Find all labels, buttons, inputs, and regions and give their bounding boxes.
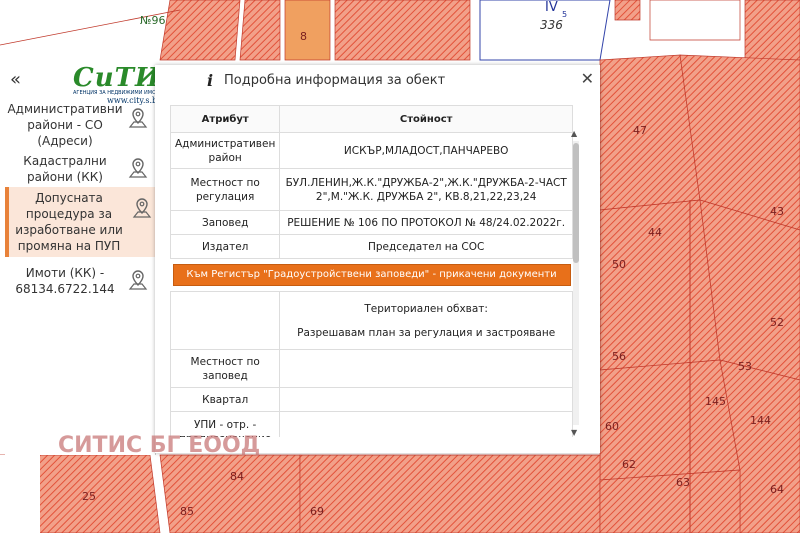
sidebar-item-label: Допусната процедура за изработване или п… [15, 191, 123, 253]
map-label-62: 62 [622, 458, 636, 471]
scroll-up-arrow-icon[interactable]: ▲ [571, 129, 577, 138]
map-label-56: 56 [612, 350, 626, 363]
table-scrollbar[interactable]: ▲ ▼ [571, 129, 581, 437]
map-label-43: 43 [770, 205, 784, 218]
map-label-60: 60 [605, 420, 619, 433]
value-cell: ИСКЪР,МЛАДОСТ,ПАНЧАРЕВО [279, 132, 573, 169]
sidebar-item-label: Имоти (КК) - 68134.6722.144 [15, 266, 115, 296]
register-documents-button[interactable]: Към Регистър "Градоустройствени заповеди… [172, 264, 571, 286]
map-pin-icon [128, 158, 148, 178]
attr-cell: Административен район [170, 132, 281, 169]
close-button[interactable]: ✕ [581, 69, 594, 88]
table-header-row: Атрибут Стойност [170, 105, 573, 133]
map-label-44: 44 [648, 226, 662, 239]
attr-cell [170, 291, 281, 350]
sidebar-item-label: Кадастрални райони (КК) [23, 154, 107, 184]
map-label-64: 64 [770, 483, 784, 496]
map-label-336: 336 [540, 18, 563, 32]
register-button-cell: Към Регистър "Градоустройствени заповеди… [171, 259, 573, 292]
value-cell: РЕШЕНИЕ № 106 ПО ПРОТОКОЛ № 48/24.02.202… [279, 210, 573, 235]
column-header-attribute: Атрибут [170, 105, 281, 133]
scope-text: Разрешавам план за регулация и застроява… [297, 326, 556, 339]
map-label-69: 69 [310, 505, 324, 518]
attr-cell: Издател [170, 234, 281, 259]
collapse-sidebar-button[interactable]: « [10, 69, 21, 90]
value-cell: Председател на СОС [279, 234, 573, 259]
attr-cell: Заповед [170, 210, 281, 235]
map-pin-icon [128, 108, 148, 128]
map-pin-icon [132, 198, 152, 218]
map-label-iv: IV [545, 0, 558, 15]
scope-cell: Териториален обхват: Разрешавам план за … [279, 291, 573, 350]
object-info-dialog: i Подробна информация за обект ✕ Атрибут… [155, 65, 600, 453]
value-cell [279, 387, 573, 412]
table-row: Към Регистър "Градоустройствени заповеди… [171, 259, 573, 292]
watermark: СИТИС БГ ЕООД [58, 433, 261, 458]
map-label-84: 84 [230, 470, 244, 483]
info-icon: i [207, 71, 214, 90]
scope-title: Териториален обхват: [364, 302, 488, 315]
value-cell [279, 411, 573, 437]
table-row: Административен район ИСКЪР,МЛАДОСТ,ПАНЧ… [170, 132, 573, 169]
map-label-8: 8 [300, 30, 307, 43]
table-row: Местност по заповед [170, 349, 573, 388]
sidebar-item-pup-procedure[interactable]: Допусната процедура за изработване или п… [5, 187, 159, 257]
sidebar-item-label: Административни райони - СО (Адреси) [7, 102, 123, 148]
map-label-25: 25 [82, 490, 96, 503]
map-label-52: 52 [770, 316, 784, 329]
map-label-85: 85 [180, 505, 194, 518]
table-row: Квартал [170, 387, 573, 412]
table-row: Издател Председател на СОС [170, 234, 573, 259]
map-label-53: 53 [738, 360, 752, 373]
map-label-50: 50 [612, 258, 626, 271]
column-header-value: Стойност [279, 105, 573, 133]
attributes-table-viewport[interactable]: Атрибут Стойност Административен район И… [170, 105, 586, 437]
map-label-47: 47 [633, 124, 647, 137]
sidebar-item-cadastral-regions[interactable]: Кадастрални райони (КК) [5, 151, 155, 187]
value-cell: БУЛ.ЛЕНИН,Ж.К."ДРУЖБА-2",Ж.К."ДРУЖБА-2-Ч… [279, 168, 573, 211]
map-label-96: №96 [140, 14, 166, 27]
table-row: Местност по регулация БУЛ.ЛЕНИН,Ж.К."ДРУ… [170, 168, 573, 211]
map-label-63: 63 [676, 476, 690, 489]
sidebar-item-properties[interactable]: Имоти (КК) - 68134.6722.144 [5, 263, 155, 299]
scroll-down-arrow-icon[interactable]: ▼ [571, 428, 577, 437]
value-cell [279, 349, 573, 388]
attributes-table: Атрибут Стойност Административен район И… [170, 105, 573, 437]
scrollbar-thumb[interactable] [573, 143, 579, 263]
attr-cell: Местност по заповед [170, 349, 281, 388]
map-pin-icon [128, 270, 148, 290]
layers-sidebar: « СиТИС АГЕНЦИЯ ЗА НЕДВИЖИМИ ИМОТИ www.c… [5, 63, 185, 455]
table-row: Териториален обхват: Разрешавам план за … [170, 291, 573, 350]
map-label-145: 145 [705, 395, 726, 408]
attr-cell: Местност по регулация [170, 168, 281, 211]
table-row: Заповед РЕШЕНИЕ № 106 ПО ПРОТОКОЛ № 48/2… [170, 210, 573, 235]
sidebar-item-admin-regions[interactable]: Административни райони - СО (Адреси) [5, 99, 155, 151]
dialog-header: i Подробна информация за обект ✕ [155, 65, 600, 95]
attr-cell: Квартал [170, 387, 281, 412]
dialog-title: Подробна информация за обект [224, 73, 446, 88]
map-label-144: 144 [750, 414, 771, 427]
